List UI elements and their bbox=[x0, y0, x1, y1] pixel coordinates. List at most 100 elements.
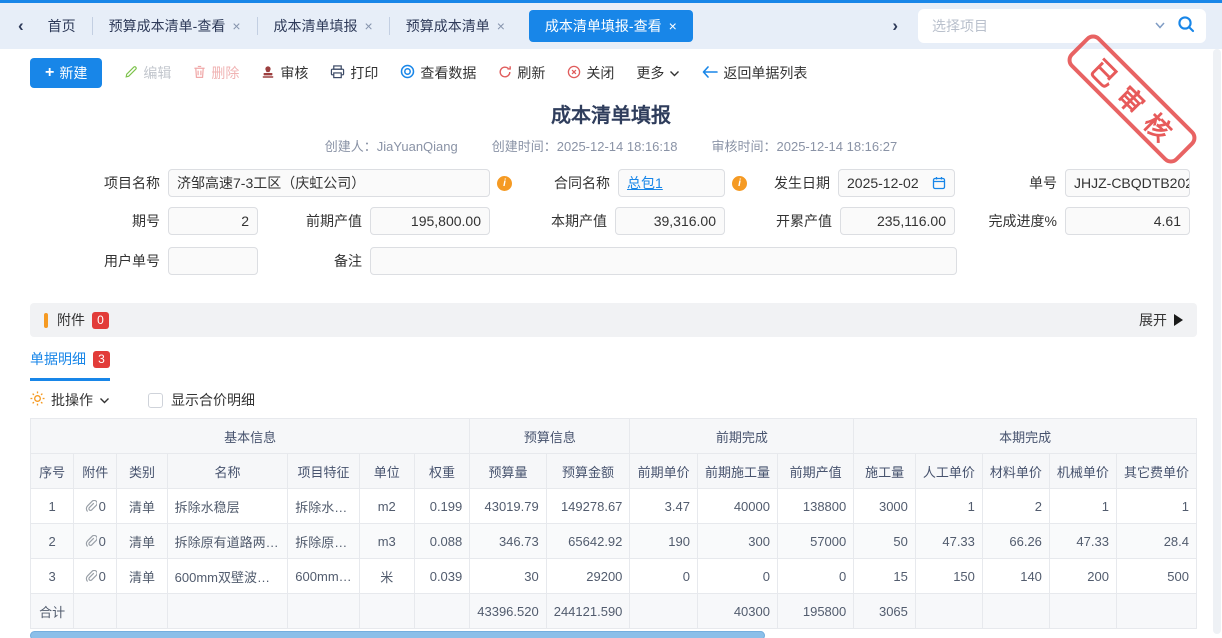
prev-output-label: 前期产值 bbox=[255, 211, 362, 231]
tab-label: 预算成本清单-查看 bbox=[109, 16, 226, 36]
cell-xh: 2 bbox=[31, 524, 74, 559]
tabs-scroll-left-icon[interactable]: ‹ bbox=[10, 16, 32, 36]
date-label: 发生日期 bbox=[725, 173, 830, 193]
cell-mc bbox=[167, 594, 288, 629]
attachment-count-badge: 0 bbox=[92, 312, 109, 329]
audit-button[interactable]: 审核 bbox=[261, 63, 308, 83]
tab-detail-lines[interactable]: 单据明细 3 bbox=[30, 349, 110, 381]
table-row-3[interactable]: 30清单600mm双壁波…600mm…米0.039302920000015150… bbox=[31, 559, 1197, 594]
cell-ysl: 43019.79 bbox=[470, 489, 546, 524]
doc-number-input[interactable]: JHJZ-CBQDTB2025 bbox=[1065, 169, 1190, 197]
edit-button[interactable]: 编辑 bbox=[124, 63, 171, 83]
horizontal-scrollbar-track[interactable] bbox=[30, 631, 1197, 638]
cell-tz bbox=[288, 594, 359, 629]
new-button-label: 新建 bbox=[59, 63, 87, 83]
contract-name-input[interactable]: 总包1 bbox=[618, 169, 725, 197]
edit-button-label: 编辑 bbox=[143, 63, 171, 83]
cell-cldj: 140 bbox=[982, 559, 1049, 594]
more-button[interactable]: 更多 bbox=[636, 63, 680, 83]
cell-qqcz: 57000 bbox=[777, 524, 853, 559]
refresh-button[interactable]: 刷新 bbox=[498, 63, 545, 83]
new-button[interactable]: + 新建 bbox=[30, 58, 102, 88]
cell-ysje: 244121.590 bbox=[546, 594, 630, 629]
prev-output-input[interactable]: 195,800.00 bbox=[370, 207, 490, 235]
attach-count: 0 bbox=[99, 534, 106, 549]
col-header-qqsgl: 前期施工量 bbox=[697, 454, 777, 489]
tab-close-icon[interactable]: × bbox=[669, 18, 677, 34]
col-header-attach: 附件 bbox=[74, 454, 117, 489]
progress-input[interactable]: 4.61 bbox=[1065, 207, 1190, 235]
paperclip-icon bbox=[85, 534, 99, 549]
create-time-meta: 创建时间：2025-12-14 18:16:18 bbox=[492, 136, 678, 155]
tab-close-icon[interactable]: × bbox=[497, 18, 505, 34]
trash-icon bbox=[193, 65, 206, 82]
cell-sgl: 3000 bbox=[854, 489, 916, 524]
tab-0[interactable]: 首页 bbox=[32, 3, 92, 49]
user-docno-input[interactable] bbox=[168, 247, 258, 275]
expand-triangle-icon bbox=[1174, 314, 1183, 326]
print-button[interactable]: 打印 bbox=[330, 63, 378, 83]
vertical-scrollbar-track[interactable] bbox=[1213, 49, 1221, 634]
cell-tz: 拆除原… bbox=[288, 524, 359, 559]
period-input[interactable]: 2 bbox=[168, 207, 258, 235]
cell-qqcz: 138800 bbox=[777, 489, 853, 524]
acc-output-input[interactable]: 235,116.00 bbox=[840, 207, 955, 235]
view-data-button[interactable]: 查看数据 bbox=[400, 63, 476, 83]
cur-output-input[interactable]: 39,316.00 bbox=[615, 207, 725, 235]
cell-tz: 拆除水… bbox=[288, 489, 359, 524]
tab-1[interactable]: 预算成本清单-查看 × bbox=[93, 3, 257, 49]
tab-4[interactable]: 成本清单填报-查看× bbox=[529, 10, 693, 42]
horizontal-scrollbar-thumb[interactable] bbox=[30, 631, 765, 638]
cell-lb: 清单 bbox=[117, 489, 167, 524]
calendar-icon[interactable] bbox=[932, 176, 946, 190]
col-header-qz: 权重 bbox=[414, 454, 469, 489]
refresh-icon bbox=[498, 65, 512, 82]
cell-attach: 0 bbox=[74, 559, 117, 594]
delete-button[interactable]: 删除 bbox=[193, 63, 239, 83]
search-icon[interactable] bbox=[1176, 14, 1196, 39]
cell-ysl: 43396.520 bbox=[470, 594, 546, 629]
tabs-scroll-right-icon[interactable]: › bbox=[884, 16, 906, 36]
project-name-field: 项目名称 济邹高速7-3工区（庆虹公司） i bbox=[55, 169, 512, 197]
cur-output-label: 本期产值 bbox=[500, 211, 607, 231]
tab-3[interactable]: 预算成本清单× bbox=[390, 3, 521, 49]
close-button-label: 关闭 bbox=[586, 63, 614, 83]
table-row-2[interactable]: 20清单拆除原有道路两…拆除原…m30.088346.7365642.92190… bbox=[31, 524, 1197, 559]
contract-link[interactable]: 总包1 bbox=[627, 173, 663, 193]
tab-2[interactable]: 成本清单填报× bbox=[258, 3, 389, 49]
cell-jxdj: 200 bbox=[1049, 559, 1116, 594]
chevron-down-icon bbox=[669, 65, 680, 81]
cell-qqsgl: 40300 bbox=[697, 594, 777, 629]
col-header-tz: 项目特征 bbox=[288, 454, 359, 489]
close-circle-icon bbox=[567, 65, 581, 82]
contract-name-label: 合同名称 bbox=[505, 173, 610, 193]
cell-qqcz: 195800 bbox=[777, 594, 853, 629]
cell-ysl: 346.73 bbox=[470, 524, 546, 559]
tab-close-icon[interactable]: × bbox=[365, 18, 373, 34]
date-input[interactable]: 2025-12-02 bbox=[838, 169, 955, 197]
table-row-1[interactable]: 10清单拆除水稳层拆除水…m20.19943019.79149278.673.4… bbox=[31, 489, 1197, 524]
close-button[interactable]: 关闭 bbox=[567, 63, 614, 83]
project-select-placeholder: 选择项目 bbox=[932, 16, 1144, 36]
project-name-input[interactable]: 济邹高速7-3工区（庆虹公司） bbox=[168, 169, 490, 197]
cell-rgdj: 47.33 bbox=[915, 524, 982, 559]
cell-cldj: 2 bbox=[982, 489, 1049, 524]
cell-attach bbox=[74, 594, 117, 629]
open-tabs: 首页预算成本清单-查看×成本清单填报×预算成本清单×成本清单填报-查看× bbox=[32, 3, 701, 49]
cell-dw: 米 bbox=[359, 559, 414, 594]
col-header-rgdj: 人工单价 bbox=[915, 454, 982, 489]
detail-count-badge: 3 bbox=[93, 351, 110, 368]
remark-input[interactable] bbox=[370, 247, 957, 275]
batch-operations-button[interactable]: 批操作 bbox=[30, 390, 110, 410]
expand-label: 展开 bbox=[1139, 310, 1167, 330]
show-price-detail-checkbox[interactable] bbox=[148, 393, 163, 408]
chevron-down-icon[interactable] bbox=[1154, 17, 1166, 35]
project-select[interactable]: 选择项目 bbox=[918, 9, 1206, 43]
cell-attach: 0 bbox=[74, 489, 117, 524]
tab-close-icon[interactable]: × bbox=[232, 18, 240, 34]
refresh-button-label: 刷新 bbox=[517, 63, 545, 83]
attachment-panel-header[interactable]: 附件 0 展开 bbox=[30, 303, 1197, 337]
expand-button[interactable]: 展开 bbox=[1139, 310, 1183, 330]
chevron-down-icon bbox=[99, 392, 110, 408]
back-to-list-button[interactable]: 返回单据列表 bbox=[702, 63, 807, 83]
